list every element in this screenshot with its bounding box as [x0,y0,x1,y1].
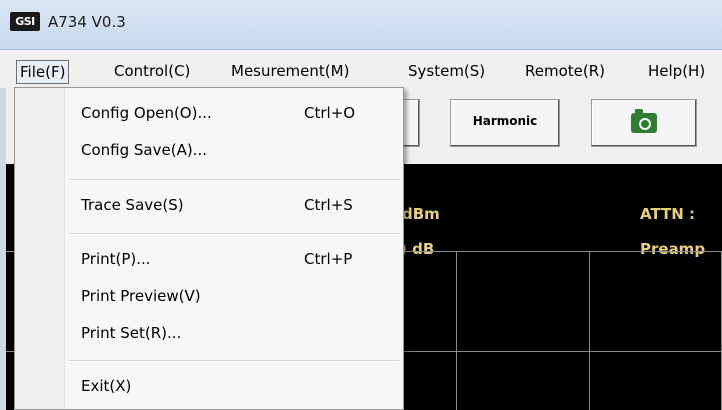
menu-mesurement[interactable]: Mesurement(M) [231,62,349,80]
menu-bar: File(F) Control(C) Mesurement(M) System(… [0,50,722,88]
menu-item-label: Config Save(A)... [81,141,207,159]
window-title: A734 V0.3 [48,13,126,31]
menu-item-shortcut: Ctrl+O [304,104,356,122]
title-bar: GSI A734 V0.3 [0,0,722,50]
menu-separator [69,233,399,235]
menu-item-print-preview[interactable]: Print Preview(V) [15,281,403,313]
menu-control[interactable]: Control(C) [114,62,190,80]
file-menu-dropdown: Config Open(O)... Ctrl+O Config Save(A).… [14,87,404,410]
menu-file[interactable]: File(F) [16,60,70,84]
menu-item-print-set[interactable]: Print Set(R)... [15,318,403,350]
grid-line [589,251,590,410]
menu-item-config-open[interactable]: Config Open(O)... Ctrl+O [15,98,403,130]
grid-line [456,251,457,410]
menu-item-label: Print(P)... [81,250,151,268]
menu-item-shortcut: Ctrl+P [304,250,353,268]
readout-db-value: ) dB [400,240,435,258]
menu-system[interactable]: System(S) [408,62,485,80]
menu-item-label: Print Set(R)... [81,324,182,342]
capture-button[interactable] [591,99,697,147]
menu-separator [69,179,399,181]
menu-separator [69,360,399,362]
menu-item-shortcut: Ctrl+S [304,196,353,214]
readout-reference-unit: dBm [402,205,440,223]
menu-remote[interactable]: Remote(R) [525,62,605,80]
camera-icon [631,109,657,133]
menu-item-label: Print Preview(V) [81,287,201,305]
menu-item-trace-save[interactable]: Trace Save(S) Ctrl+S [15,190,403,222]
readout-attn-label: ATTN : [640,205,696,223]
app-logo: GSI [10,12,40,31]
window-left-edge [0,88,6,410]
harmonic-button-label: Harmonic [472,114,538,128]
menu-item-exit[interactable]: Exit(X) [15,371,403,403]
harmonic-button[interactable]: Harmonic [450,99,560,147]
readout-preamp-label: Preamp [640,240,706,258]
menu-item-label: Trace Save(S) [81,196,184,214]
menu-item-label: Config Open(O)... [81,104,212,122]
menu-help[interactable]: Help(H) [648,62,705,80]
menu-item-print[interactable]: Print(P)... Ctrl+P [15,244,403,276]
menu-item-label: Exit(X) [81,377,132,395]
menu-item-config-save[interactable]: Config Save(A)... [15,135,403,167]
